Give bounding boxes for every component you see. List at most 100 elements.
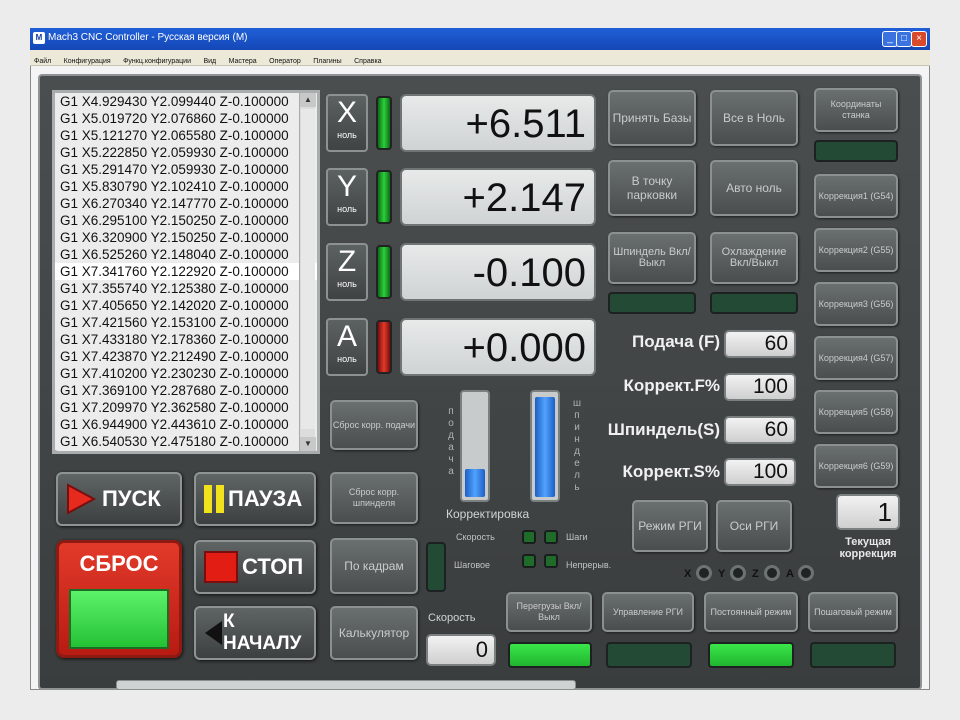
continuous-mode-button[interactable]: Постоянный режим bbox=[704, 592, 798, 632]
gcode-scrollbar[interactable]: ▲ ▼ bbox=[299, 93, 316, 451]
jog-continuous-label: Непрерыв. bbox=[566, 560, 612, 570]
zero-y-button[interactable]: Yноль bbox=[326, 168, 368, 226]
all-zero-button[interactable]: Все в Ноль bbox=[710, 90, 798, 146]
gcode-line[interactable]: G1 X6.320900 Y2.150250 Z-0.100000 bbox=[55, 229, 317, 246]
rgi-control-button[interactable]: Управление РГИ bbox=[602, 592, 694, 632]
spindle-override-bar[interactable] bbox=[530, 390, 560, 502]
gcode-line[interactable]: G1 X6.270340 Y2.147770 Z-0.100000 bbox=[55, 195, 317, 212]
machine-coords-button[interactable]: Координаты станка bbox=[814, 88, 898, 132]
reset-button[interactable]: СБРОС bbox=[56, 540, 182, 658]
spindle-label: Шпиндель(S) bbox=[607, 420, 720, 439]
spindle-override-fill bbox=[535, 397, 555, 497]
gcode-line[interactable]: G1 X6.944900 Y2.443610 Z-0.100000 bbox=[55, 416, 317, 433]
auto-zero-button[interactable]: Авто ноль bbox=[710, 160, 798, 216]
rgi-mode-button[interactable]: Режим РГИ bbox=[632, 500, 708, 552]
scroll-up-icon[interactable]: ▲ bbox=[300, 93, 316, 107]
corr-g54-button[interactable]: Коррекция1 (G54) bbox=[814, 174, 898, 218]
menu-help[interactable]: Справка bbox=[350, 55, 385, 65]
scroll-thumb[interactable] bbox=[301, 109, 315, 429]
menu-view[interactable]: Вид bbox=[199, 55, 220, 65]
jog-stepwise-square[interactable] bbox=[522, 554, 536, 568]
jog-step-square[interactable] bbox=[544, 530, 558, 544]
gcode-line[interactable]: G1 X4.929430 Y2.099440 Z-0.100000 bbox=[55, 93, 317, 110]
gcode-list[interactable]: G1 X4.929430 Y2.099440 Z-0.100000 G1 X5.0… bbox=[52, 90, 320, 454]
maximize-button[interactable]: □ bbox=[896, 31, 912, 47]
gcode-line[interactable]: G1 X7.421560 Y2.153100 Z-0.100000 bbox=[55, 314, 317, 331]
start-label: ПУСК bbox=[102, 486, 161, 511]
rewind-button[interactable]: К НАЧАЛУ bbox=[194, 606, 316, 660]
gcode-line[interactable]: G1 X6.540530 Y2.475180 Z-0.100000 bbox=[55, 433, 317, 450]
rgi-axes-button[interactable]: Оси РГИ bbox=[716, 500, 792, 552]
corr-g57-button[interactable]: Коррекция4 (G57) bbox=[814, 336, 898, 380]
accept-bases-button[interactable]: Принять Базы bbox=[608, 90, 696, 146]
start-button[interactable]: ПУСК bbox=[56, 472, 182, 526]
gcode-line[interactable]: G1 X7.369100 Y2.287680 Z-0.100000 bbox=[55, 382, 317, 399]
gcode-line[interactable]: G1 X7.355740 Y2.125380 Z-0.100000 bbox=[55, 280, 317, 297]
goto-park-button[interactable]: В точку парковки bbox=[608, 160, 696, 216]
corr-g59-button[interactable]: Коррекция6 (G59) bbox=[814, 444, 898, 488]
zero-x-button[interactable]: Xноль bbox=[326, 94, 368, 152]
menu-config[interactable]: Конфигурация bbox=[60, 55, 115, 65]
current-correction-label: Текущая коррекция bbox=[839, 536, 897, 560]
axis-select-y-dot[interactable] bbox=[730, 565, 746, 581]
corr-g55-button[interactable]: Коррекция2 (G55) bbox=[814, 228, 898, 272]
cooling-toggle-button[interactable]: Охлаждение Вкл/Выкл bbox=[710, 232, 798, 284]
step-mode-button[interactable]: Пошаговый режим bbox=[808, 592, 898, 632]
spindle-override-field[interactable]: 100 bbox=[724, 458, 796, 486]
pause-label: ПАУЗА bbox=[228, 486, 303, 511]
reset-feed-override-button[interactable]: Сброс корр. подачи bbox=[330, 400, 418, 450]
zero-a-button[interactable]: Aноль bbox=[326, 318, 368, 376]
feed-override-bar[interactable] bbox=[460, 390, 490, 502]
axis-select-x-dot[interactable] bbox=[696, 565, 712, 581]
axis-select-z-dot[interactable] bbox=[764, 565, 780, 581]
rgi-control-indicator bbox=[606, 642, 692, 668]
pause-button[interactable]: ПАУЗА bbox=[194, 472, 316, 526]
gcode-line[interactable]: G1 X5.222850 Y2.059930 Z-0.100000 bbox=[55, 144, 317, 161]
reset-spindle-override-button[interactable]: Сброс корр. шпинделя bbox=[330, 472, 418, 524]
jog-stepwise-label: Шаговое bbox=[454, 560, 491, 570]
corr-g58-button[interactable]: Коррекция5 (G58) bbox=[814, 390, 898, 434]
gcode-line[interactable]: G1 X7.433180 Y2.178360 Z-0.100000 bbox=[55, 331, 317, 348]
feed-override-fill bbox=[465, 469, 485, 497]
feed-value: 60 bbox=[724, 330, 796, 358]
axis-select-a-dot[interactable] bbox=[798, 565, 814, 581]
axis-select-z-label: Z bbox=[752, 568, 759, 580]
spindle-value: 60 bbox=[724, 416, 796, 444]
menu-plugins[interactable]: Плагины bbox=[309, 55, 345, 65]
menu-operator[interactable]: Оператор bbox=[265, 55, 305, 65]
gcode-line[interactable]: G1 X7.209970 Y2.362580 Z-0.100000 bbox=[55, 399, 317, 416]
menu-wizards[interactable]: Мастера bbox=[225, 55, 261, 65]
feed-override-field[interactable]: 100 bbox=[724, 373, 796, 401]
gcode-line[interactable]: G1 X7.405650 Y2.142020 Z-0.100000 bbox=[55, 297, 317, 314]
single-block-button[interactable]: По кадрам bbox=[330, 538, 418, 594]
zero-z-button[interactable]: Zноль bbox=[326, 243, 368, 301]
gcode-line[interactable]: G1 X6.295100 Y2.150250 Z-0.100000 bbox=[55, 212, 317, 229]
gcode-line[interactable]: G1 X7.410200 Y2.230230 Z-0.100000 bbox=[55, 365, 317, 382]
reset-label: СБРОС bbox=[79, 551, 159, 576]
spindle-toggle-button[interactable]: Шпиндель Вкл/Выкл bbox=[608, 232, 696, 284]
continuous-mode-indicator bbox=[708, 642, 794, 668]
menu-file[interactable]: Файл bbox=[30, 55, 55, 65]
close-button[interactable]: × bbox=[911, 31, 927, 47]
override-indicator bbox=[508, 642, 592, 668]
current-correction-field[interactable]: 1 bbox=[836, 494, 900, 530]
feed-label: Подача (F) bbox=[632, 332, 720, 351]
gcode-line[interactable]: G1 X7.423870 Y2.212490 Z-0.100000 bbox=[55, 348, 317, 365]
gcode-line[interactable]: G1 X5.019720 Y2.076860 Z-0.100000 bbox=[55, 110, 317, 127]
play-icon bbox=[67, 483, 97, 515]
gcode-line[interactable]: G1 X5.830790 Y2.102410 Z-0.100000 bbox=[55, 178, 317, 195]
gcode-line[interactable]: G1 X5.121270 Y2.065580 Z-0.100000 bbox=[55, 127, 317, 144]
single-block-indicator bbox=[426, 542, 446, 592]
gcode-line[interactable]: G1 X5.291470 Y2.059930 Z-0.100000 bbox=[55, 161, 317, 178]
scroll-down-icon[interactable]: ▼ bbox=[300, 437, 316, 451]
axis-y-zero-label: ноль bbox=[337, 204, 357, 214]
jog-continuous-square[interactable] bbox=[544, 554, 558, 568]
gcode-line-current[interactable]: G1 X7.341760 Y2.122920 Z-0.100000 bbox=[55, 263, 317, 280]
stop-button[interactable]: СТОП bbox=[194, 540, 316, 594]
jog-speed-square[interactable] bbox=[522, 530, 536, 544]
gcode-line[interactable]: G1 X6.525260 Y2.148040 Z-0.100000 bbox=[55, 246, 317, 263]
override-toggle-button[interactable]: Перегрузы Вкл/Выкл bbox=[506, 592, 592, 632]
calculator-button[interactable]: Калькулятор bbox=[330, 606, 418, 660]
menu-func-config[interactable]: Функц.конфигурации bbox=[119, 55, 195, 65]
corr-g56-button[interactable]: Коррекция3 (G56) bbox=[814, 282, 898, 326]
